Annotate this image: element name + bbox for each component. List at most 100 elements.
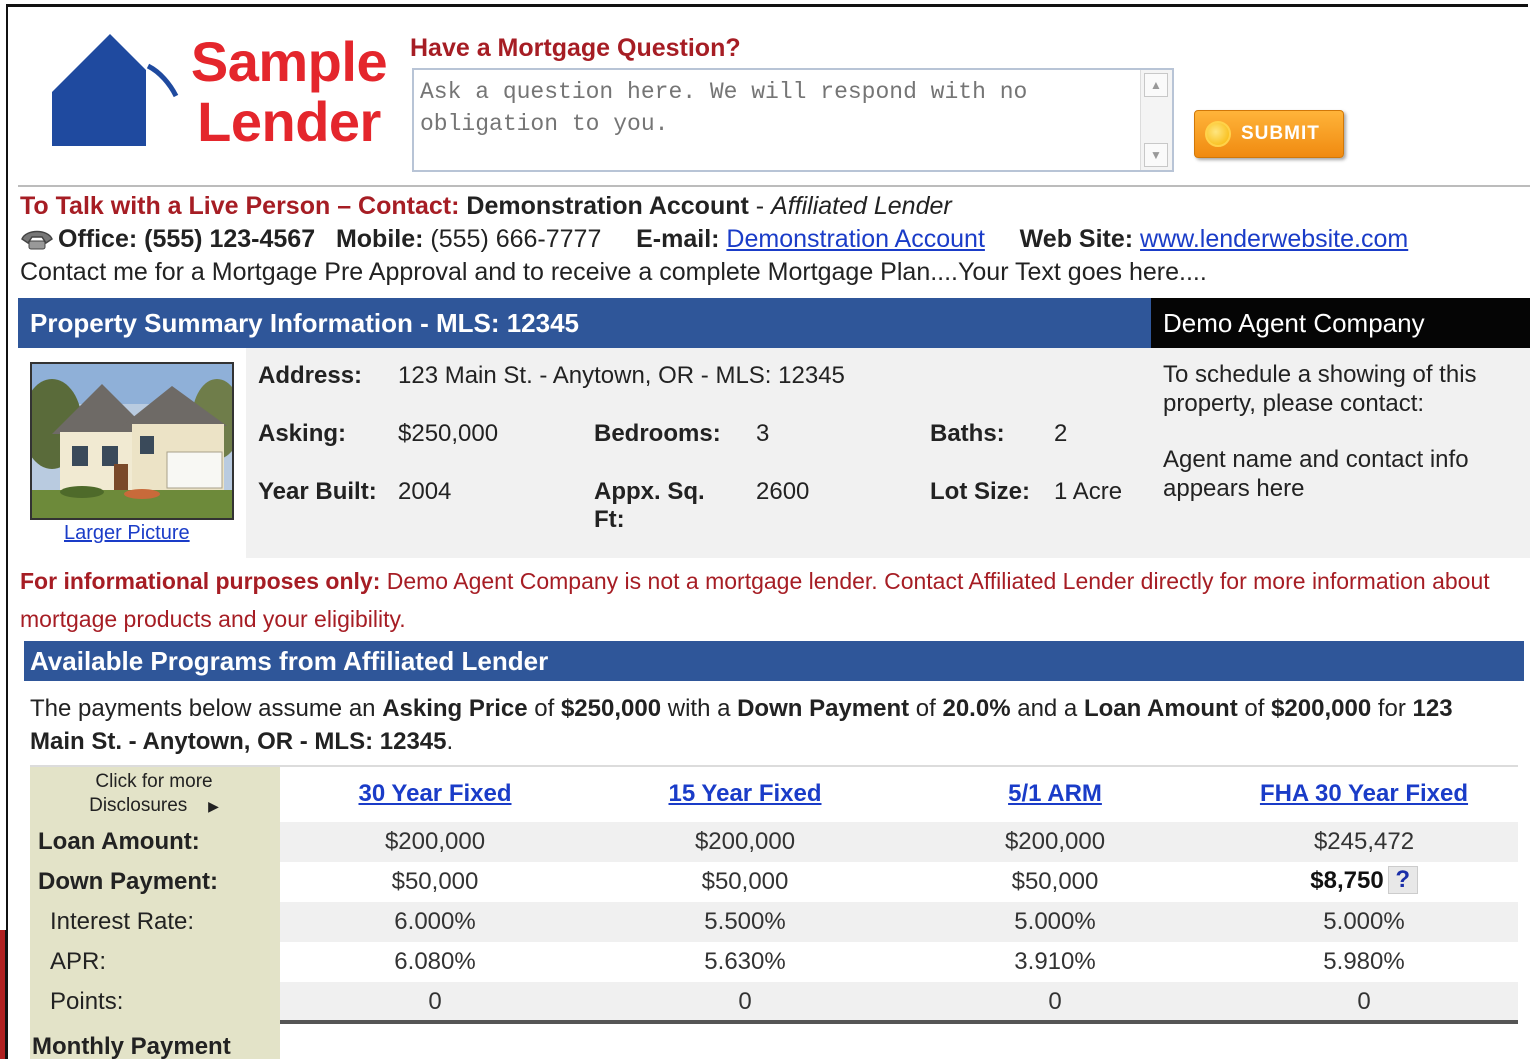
mobile-value: (555) 666-7777 [430, 225, 602, 253]
intro-bold: Asking Price [382, 695, 528, 722]
intro-bold: $200,000 [1271, 695, 1372, 722]
website-label: Web Site: [1019, 225, 1134, 253]
column-5-1-arm[interactable]: 5/1 ARM [905, 780, 1205, 808]
submit-button[interactable]: SUBMIT [1194, 110, 1344, 158]
year-built-label: Year Built: [258, 478, 377, 505]
property-summary-header: Property Summary Information - MLS: 1234… [18, 298, 1151, 348]
phone-icon [21, 230, 53, 250]
interest-rate-label: Interest Rate: [50, 908, 195, 935]
bedrooms-value: 3 [756, 420, 770, 447]
agent-panel: To schedule a showing of this property, … [1151, 348, 1530, 558]
contact-message: Contact me for a Mortgage Pre Approval a… [20, 258, 1207, 286]
table-cell: 5.000% [1323, 908, 1405, 935]
agent-schedule-text: To schedule a showing of this property, … [1163, 361, 1477, 417]
table-cell: $200,000 [384, 828, 486, 855]
bedrooms-label: Bedrooms: [594, 420, 721, 447]
table-cell: 0 [428, 988, 442, 1015]
table-cell: 6.000% [394, 908, 476, 935]
intro-text: . [446, 728, 454, 755]
asking-label: Asking: [258, 420, 347, 447]
table-cell: $50,000 [391, 868, 479, 895]
contact-heading: To Talk with a Live Person – Contact: [20, 192, 460, 220]
down-payment-label: Down Payment: [38, 868, 219, 895]
address-label: Address: [258, 362, 363, 389]
table-cell: 0 [1048, 988, 1062, 1015]
website-link[interactable]: www.lenderwebsite.com [1140, 225, 1408, 253]
address-value: 123 Main St. - Anytown, OR - MLS: 12345 [398, 362, 845, 389]
intro-bold: 20.0% [942, 695, 1011, 722]
table-cell: 5.500% [704, 908, 786, 935]
column-fha-30-year-fixed[interactable]: FHA 30 Year Fixed [1214, 780, 1514, 808]
table-cell: 0 [1357, 988, 1371, 1015]
table-cell: 6.080% [394, 948, 476, 975]
contact-section: To Talk with a Live Person – Contact: De… [20, 190, 1520, 289]
agent-info-text: Agent name and contact info appears here [1163, 446, 1469, 502]
table-cell: 5.630% [704, 948, 786, 975]
sqft-value: 2600 [756, 478, 810, 505]
year-built-value: 2004 [398, 478, 452, 505]
office-value: (555) 123-4567 [144, 225, 316, 253]
table-cell: $245,472 [1313, 828, 1415, 855]
email-label: E-mail: [636, 225, 720, 253]
question-box: ▲ ▼ [412, 68, 1174, 172]
house-photo-image [32, 364, 232, 518]
fha-down-payment-value: $8,750 [1310, 867, 1384, 894]
intro-text: The payments below assume an [30, 695, 383, 722]
contact-role: Affiliated Lender [771, 192, 952, 220]
logo-text: Sample Lender [184, 32, 394, 152]
email-link[interactable]: Demonstration Account [726, 225, 984, 253]
disclaimer-lead: For informational purposes only: [20, 568, 381, 594]
table-cell-fha-down-payment: $8,750? [1214, 866, 1514, 895]
lot-size-value: 1 Acre [1054, 478, 1123, 505]
column-15-year-fixed[interactable]: 15 Year Fixed [595, 780, 895, 808]
contact-separator: - [748, 192, 772, 220]
scroll-down-icon[interactable]: ▼ [1144, 143, 1168, 167]
apr-label: APR: [50, 948, 107, 975]
table-cell: $200,000 [694, 828, 796, 855]
disclosures-link[interactable]: Click for more Disclosures ▶ [30, 770, 278, 818]
table-cell: 0 [738, 988, 752, 1015]
agent-company-header: Demo Agent Company [1151, 298, 1530, 348]
disclosures-line-1: Click for more [95, 771, 213, 792]
question-input[interactable] [414, 70, 1142, 170]
table-cell: $50,000 [1011, 868, 1099, 895]
property-photo[interactable] [30, 362, 234, 520]
question-title: Have a Mortgage Question? [410, 34, 741, 62]
loan-amount-label: Loan Amount: [38, 828, 200, 855]
submit-label: SUBMIT [1241, 123, 1320, 144]
intro-text: for [1371, 695, 1413, 722]
asking-value: $250,000 [398, 420, 499, 447]
intro-text: of [909, 695, 943, 722]
header-divider [18, 185, 1530, 187]
table-cell: 5.000% [1014, 908, 1096, 935]
sqft-label: Appx. Sq. Ft: [594, 478, 705, 533]
intro-text: of [1237, 695, 1272, 722]
scroll-up-icon[interactable]: ▲ [1144, 73, 1168, 97]
question-scrollbar[interactable]: ▲ ▼ [1140, 70, 1172, 170]
intro-bold: $250,000 [560, 695, 662, 722]
contact-name: Demonstration Account [466, 192, 749, 220]
programs-header: Available Programs from Affiliated Lende… [24, 641, 1524, 681]
lot-size-label: Lot Size: [930, 478, 1030, 505]
intro-text: of [527, 695, 561, 722]
lender-logo: Sample Lender [48, 30, 393, 160]
table-cell: $50,000 [701, 868, 789, 895]
column-30-year-fixed[interactable]: 30 Year Fixed [285, 780, 585, 808]
disclosures-label: Disclosures [89, 795, 188, 816]
intro-bold: Down Payment [737, 695, 910, 722]
points-label: Points: [50, 988, 124, 1015]
table-cell: 3.910% [1014, 948, 1096, 975]
table-bottom-divider [280, 1020, 1518, 1024]
intro-text: and a [1010, 695, 1084, 722]
logo-line-1: Sample [190, 30, 388, 93]
logo-line-2: Lender [197, 90, 381, 153]
help-question-icon[interactable]: ? [1387, 866, 1418, 894]
baths-value: 2 [1054, 420, 1068, 447]
table-cell: 5.980% [1323, 948, 1405, 975]
larger-picture-link[interactable]: Larger Picture [64, 522, 190, 545]
programs-intro: The payments below assume an Asking Pric… [30, 692, 1510, 758]
window-edge [0, 930, 7, 1059]
mobile-label: Mobile: [335, 225, 424, 253]
intro-text: with a [661, 695, 738, 722]
submit-circle-icon [1205, 121, 1231, 147]
